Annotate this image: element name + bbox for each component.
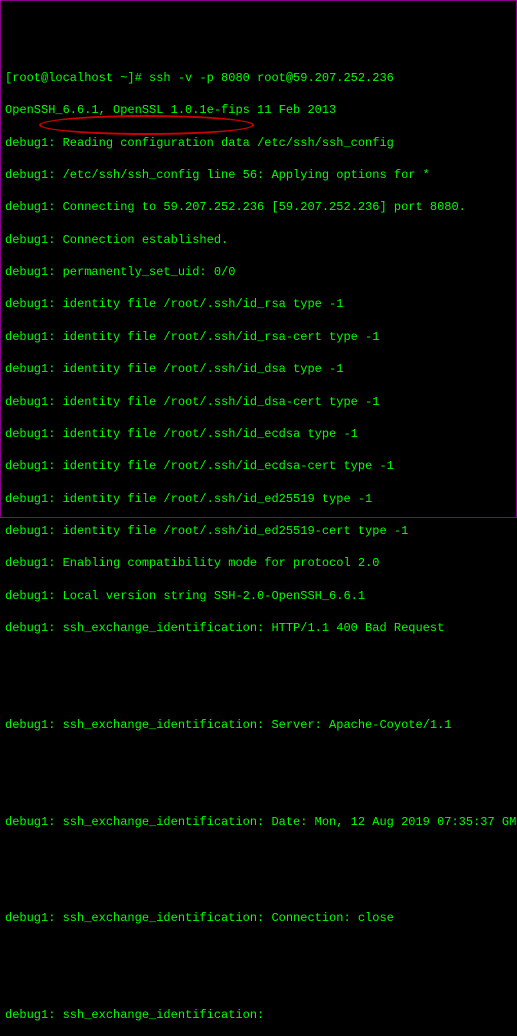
terminal-output-line: debug1: identity file /root/.ssh/id_ed25… xyxy=(5,523,512,539)
terminal-blank-line xyxy=(5,685,512,701)
terminal-output-line: debug1: ssh_exchange_identification: Ser… xyxy=(5,717,512,733)
terminal-output-line-highlighted: debug1: Connection established. xyxy=(5,232,512,248)
terminal-output-line: debug1: Local version string SSH-2.0-Ope… xyxy=(5,588,512,604)
terminal-blank-line xyxy=(5,975,512,991)
terminal-output-line: debug1: Connecting to 59.207.252.236 [59… xyxy=(5,199,512,215)
terminal-blank-line xyxy=(5,781,512,797)
terminal-output-line: debug1: permanently_set_uid: 0/0 xyxy=(5,264,512,280)
terminal-blank-line xyxy=(5,943,512,959)
terminal-blank-line xyxy=(5,749,512,765)
terminal-output-line: debug1: identity file /root/.ssh/id_ecds… xyxy=(5,426,512,442)
terminal-output-line: debug1: identity file /root/.ssh/id_rsa … xyxy=(5,296,512,312)
terminal-output-line: debug1: identity file /root/.ssh/id_rsa-… xyxy=(5,329,512,345)
terminal-output-line: debug1: ssh_exchange_identification: HTT… xyxy=(5,620,512,636)
terminal-output-line: debug1: Reading configuration data /etc/… xyxy=(5,135,512,151)
terminal-output-line: debug1: identity file /root/.ssh/id_dsa … xyxy=(5,361,512,377)
terminal-output-line: debug1: identity file /root/.ssh/id_ecds… xyxy=(5,458,512,474)
terminal-output-line: debug1: ssh_exchange_identification: xyxy=(5,1007,512,1023)
terminal-output-line: debug1: /etc/ssh/ssh_config line 56: App… xyxy=(5,167,512,183)
terminal-blank-line xyxy=(5,878,512,894)
terminal-output-line: OpenSSH_6.6.1, OpenSSL 1.0.1e-fips 11 Fe… xyxy=(5,102,512,118)
terminal-blank-line xyxy=(5,653,512,669)
terminal-blank-line xyxy=(5,846,512,862)
terminal-output-line: debug1: ssh_exchange_identification: Dat… xyxy=(5,814,512,830)
terminal-output-line: debug1: ssh_exchange_identification: Con… xyxy=(5,910,512,926)
terminal-output-line: debug1: identity file /root/.ssh/id_dsa-… xyxy=(5,394,512,410)
terminal-output-line: debug1: identity file /root/.ssh/id_ed25… xyxy=(5,491,512,507)
terminal-prompt-line: [root@localhost ~]# ssh -v -p 8080 root@… xyxy=(5,70,512,86)
terminal-output-line: debug1: Enabling compatibility mode for … xyxy=(5,555,512,571)
